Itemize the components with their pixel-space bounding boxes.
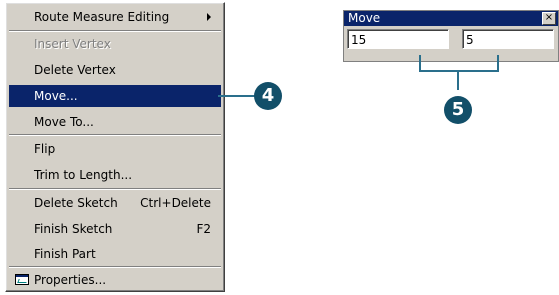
- menu-item-label: Trim to Length...: [34, 168, 133, 182]
- menu-item-label: Flip: [34, 142, 56, 156]
- callout-bracket-left: [419, 55, 421, 71]
- menu-item-finish-part[interactable]: Finish Part: [9, 243, 221, 265]
- submenu-arrow-icon: [207, 13, 211, 21]
- menu-separator: [9, 188, 221, 190]
- menu-item-finish-sketch[interactable]: Finish Sketch F2: [9, 218, 221, 240]
- y-offset-field[interactable]: 5: [462, 29, 554, 49]
- menu-item-flip[interactable]: Flip: [9, 138, 221, 160]
- callout-bracket-stem: [457, 70, 459, 90]
- menu-item-delete-sketch[interactable]: Delete Sketch Ctrl+Delete: [9, 192, 221, 214]
- menu-item-move-to[interactable]: Move To...: [9, 111, 221, 133]
- step-5-callout: 5: [444, 96, 472, 124]
- context-menu: Route Measure Editing Insert Vertex Dele…: [5, 2, 225, 292]
- menu-item-route-measure-editing[interactable]: Route Measure Editing: [9, 6, 221, 28]
- callout-bracket-right: [497, 55, 499, 71]
- x-offset-field[interactable]: 15: [347, 29, 449, 49]
- menu-separator: [9, 30, 221, 32]
- menu-item-label: Route Measure Editing: [34, 10, 170, 24]
- menu-item-label: Insert Vertex: [34, 37, 111, 51]
- menu-item-label: Move...: [34, 89, 78, 103]
- menu-item-shortcut: Ctrl+Delete: [140, 196, 211, 210]
- menu-item-properties[interactable]: Properties...: [9, 269, 221, 291]
- close-button[interactable]: ×: [542, 12, 556, 25]
- menu-separator: [9, 266, 221, 268]
- menu-item-label: Properties...: [34, 273, 107, 287]
- menu-item-delete-vertex[interactable]: Delete Vertex: [9, 59, 221, 81]
- dialog-title: Move: [344, 11, 558, 26]
- callout-leader-line: [218, 95, 256, 97]
- menu-item-trim-to-length[interactable]: Trim to Length...: [9, 164, 221, 186]
- menu-item-label: Finish Part: [34, 247, 96, 261]
- menu-item-label: Move To...: [34, 115, 94, 129]
- step-4-callout: 4: [254, 82, 282, 110]
- menu-item-label: Delete Vertex: [34, 63, 116, 77]
- menu-item-label: Delete Sketch: [34, 196, 118, 210]
- close-icon: ×: [544, 12, 554, 23]
- properties-icon: [15, 274, 29, 285]
- menu-item-insert-vertex: Insert Vertex: [9, 33, 221, 55]
- menu-item-label: Finish Sketch: [34, 222, 113, 236]
- menu-item-shortcut: F2: [196, 222, 211, 236]
- callout-bracket-bottom: [419, 70, 499, 72]
- move-dialog: Move × 15 5: [343, 10, 559, 62]
- menu-separator: [9, 134, 221, 136]
- menu-item-move[interactable]: Move...: [9, 85, 221, 107]
